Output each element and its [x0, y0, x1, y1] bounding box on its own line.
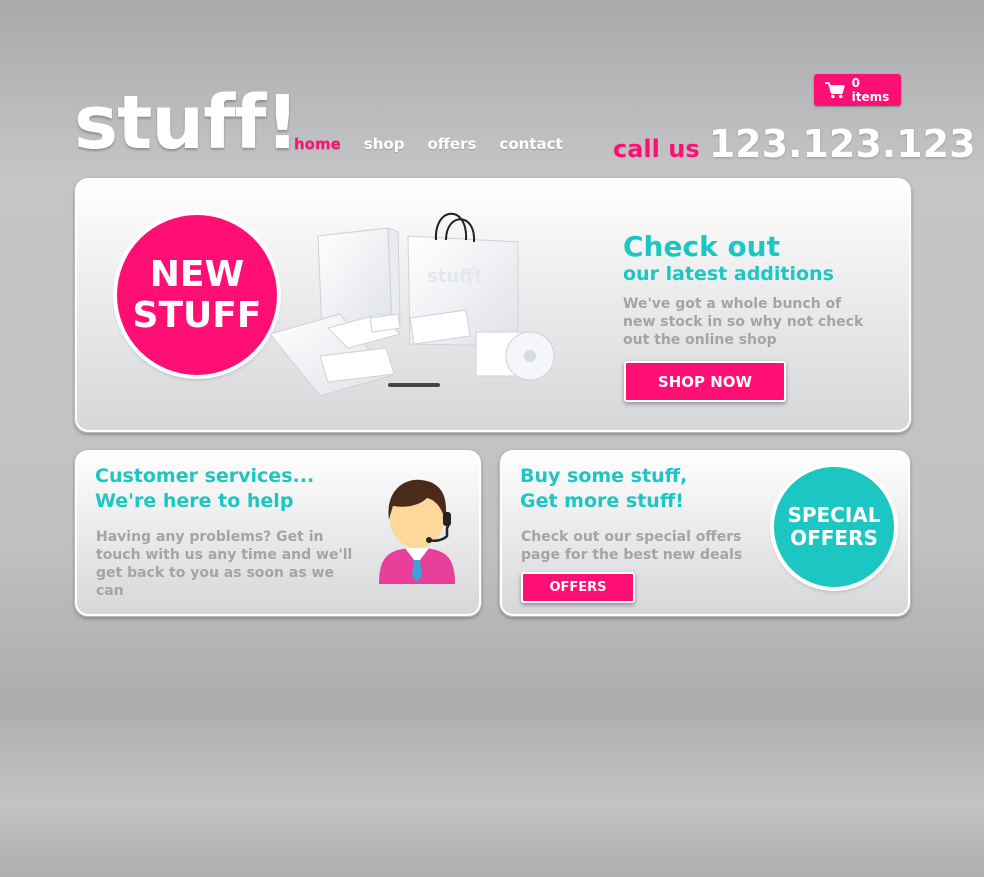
special-offers-badge: SPECIAL OFFERS [774, 467, 894, 587]
nav-offers[interactable]: offers [427, 135, 476, 153]
special-offers-panel: Buy some stuff, Get more stuff! Check ou… [499, 449, 911, 617]
new-stuff-badge-line1: NEW [149, 253, 245, 295]
bag-brand-label: stuff! [427, 266, 482, 287]
special-offers-badge-line1: SPECIAL [787, 503, 881, 527]
customer-services-title-line1: Customer services... [95, 465, 315, 487]
branded-stationery-image [270, 212, 555, 396]
offers-description: Check out our special offers page for th… [521, 529, 743, 563]
cart-button[interactable]: 0 items [814, 74, 901, 106]
call-us-label: call us [613, 135, 700, 163]
customer-services-title-line2: We're here to help [95, 490, 294, 512]
nav-shop[interactable]: shop [364, 135, 405, 153]
customer-services-panel: Customer services... We're here to help … [74, 449, 482, 617]
shop-now-button[interactable]: SHOP NOW [624, 361, 786, 402]
site-logo[interactable]: stuff! [74, 86, 299, 160]
new-stuff-badge-line2: STUFF [132, 295, 262, 336]
cart-count-label: 0 items [851, 76, 890, 104]
nav-contact[interactable]: contact [499, 135, 562, 153]
customer-services-title: Customer services... We're here to help [95, 464, 314, 514]
phone-number: 123.123.123 [708, 122, 976, 166]
cart-icon [824, 82, 845, 99]
offers-title-line1: Buy some stuff, [520, 465, 688, 487]
customer-services-description: Having any problems? Get in touch with u… [96, 529, 353, 599]
hero-banner: NEW STUFF stuff! Check out our latest ad… [74, 177, 912, 433]
nav-home[interactable]: home [294, 135, 341, 153]
offers-button[interactable]: OFFERS [521, 572, 635, 603]
new-stuff-badge: NEW STUFF [117, 215, 277, 375]
call-us: call us 123.123.123 [613, 122, 976, 166]
background-floor [0, 720, 984, 877]
hero-description: We've got a whole bunch of new stock in … [623, 296, 864, 348]
support-agent-icon [379, 479, 455, 584]
special-offers-badge-line2: OFFERS [790, 526, 878, 550]
hero-subtitle: our latest additions [623, 263, 834, 285]
hero-title: Check out [623, 230, 780, 263]
offers-title-line2: Get more stuff! [520, 490, 684, 512]
offers-title: Buy some stuff, Get more stuff! [520, 464, 687, 514]
main-nav: home shop offers contact [294, 135, 563, 153]
